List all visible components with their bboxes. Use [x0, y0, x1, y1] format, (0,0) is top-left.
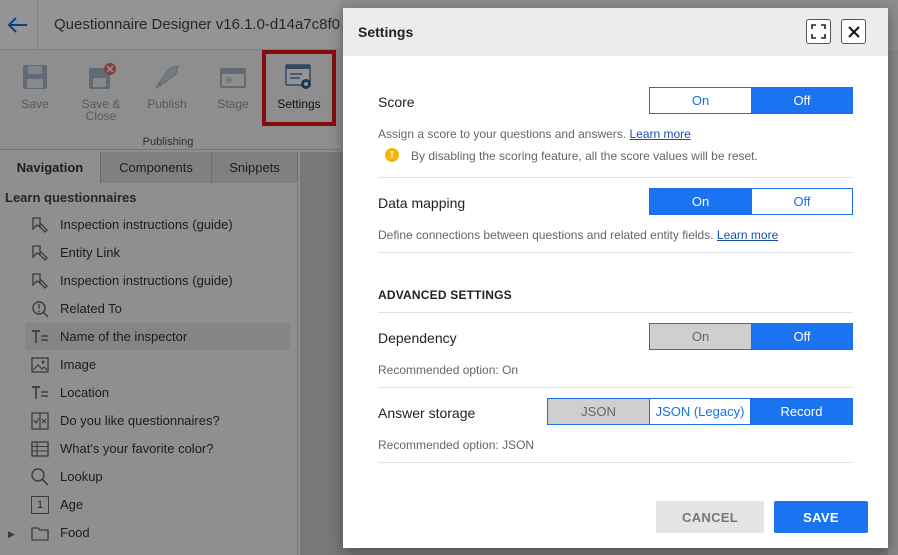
data-mapping-on-option[interactable]: On — [650, 189, 751, 214]
answer-storage-json-option[interactable]: JSON — [548, 399, 649, 424]
warning-icon: ! — [385, 148, 399, 162]
score-learn-more-link[interactable]: Learn more — [629, 127, 690, 141]
divider — [378, 177, 853, 178]
data-mapping-learn-more-link[interactable]: Learn more — [717, 228, 778, 242]
divider — [378, 462, 853, 463]
score-off-option[interactable]: Off — [751, 88, 852, 113]
score-warning-text: By disabling the scoring feature, all th… — [411, 149, 758, 163]
dependency-recommended: Recommended option: On — [378, 363, 519, 377]
score-description-text: Assign a score to your questions and ans… — [378, 127, 627, 141]
answer-storage-toggle: JSON JSON (Legacy) Record — [547, 398, 853, 425]
data-mapping-off-option[interactable]: Off — [751, 189, 852, 214]
data-mapping-toggle: On Off — [649, 188, 853, 215]
divider — [378, 252, 853, 253]
expand-icon — [811, 24, 826, 39]
close-icon — [847, 25, 860, 38]
expand-button[interactable] — [806, 19, 831, 44]
dependency-label: Dependency — [378, 330, 457, 346]
save-button[interactable]: SAVE — [774, 501, 868, 533]
score-label: Score — [378, 94, 415, 110]
divider — [378, 387, 853, 388]
dependency-off-option[interactable]: Off — [751, 324, 852, 349]
data-mapping-description: Define connections between questions and… — [378, 228, 778, 242]
answer-storage-json-legacy-option[interactable]: JSON (Legacy) — [649, 399, 750, 424]
dependency-toggle: On Off — [649, 323, 853, 350]
answer-storage-label: Answer storage — [378, 405, 476, 421]
data-mapping-label: Data mapping — [378, 195, 466, 211]
settings-dialog: Settings Score On Off Assign a score to … — [343, 8, 888, 548]
advanced-settings-heading: ADVANCED SETTINGS — [378, 288, 512, 302]
score-description: Assign a score to your questions and ans… — [378, 127, 691, 141]
cancel-button[interactable]: CANCEL — [656, 501, 764, 533]
data-mapping-description-text: Define connections between questions and… — [378, 228, 714, 242]
dialog-header: Settings — [343, 8, 888, 56]
score-toggle: On Off — [649, 87, 853, 114]
dialog-title: Settings — [358, 24, 414, 40]
dependency-on-option[interactable]: On — [650, 324, 751, 349]
close-button[interactable] — [841, 19, 866, 44]
divider — [378, 312, 853, 313]
answer-storage-recommended: Recommended option: JSON — [378, 438, 535, 452]
score-on-option[interactable]: On — [650, 88, 751, 113]
answer-storage-record-option[interactable]: Record — [750, 399, 852, 424]
